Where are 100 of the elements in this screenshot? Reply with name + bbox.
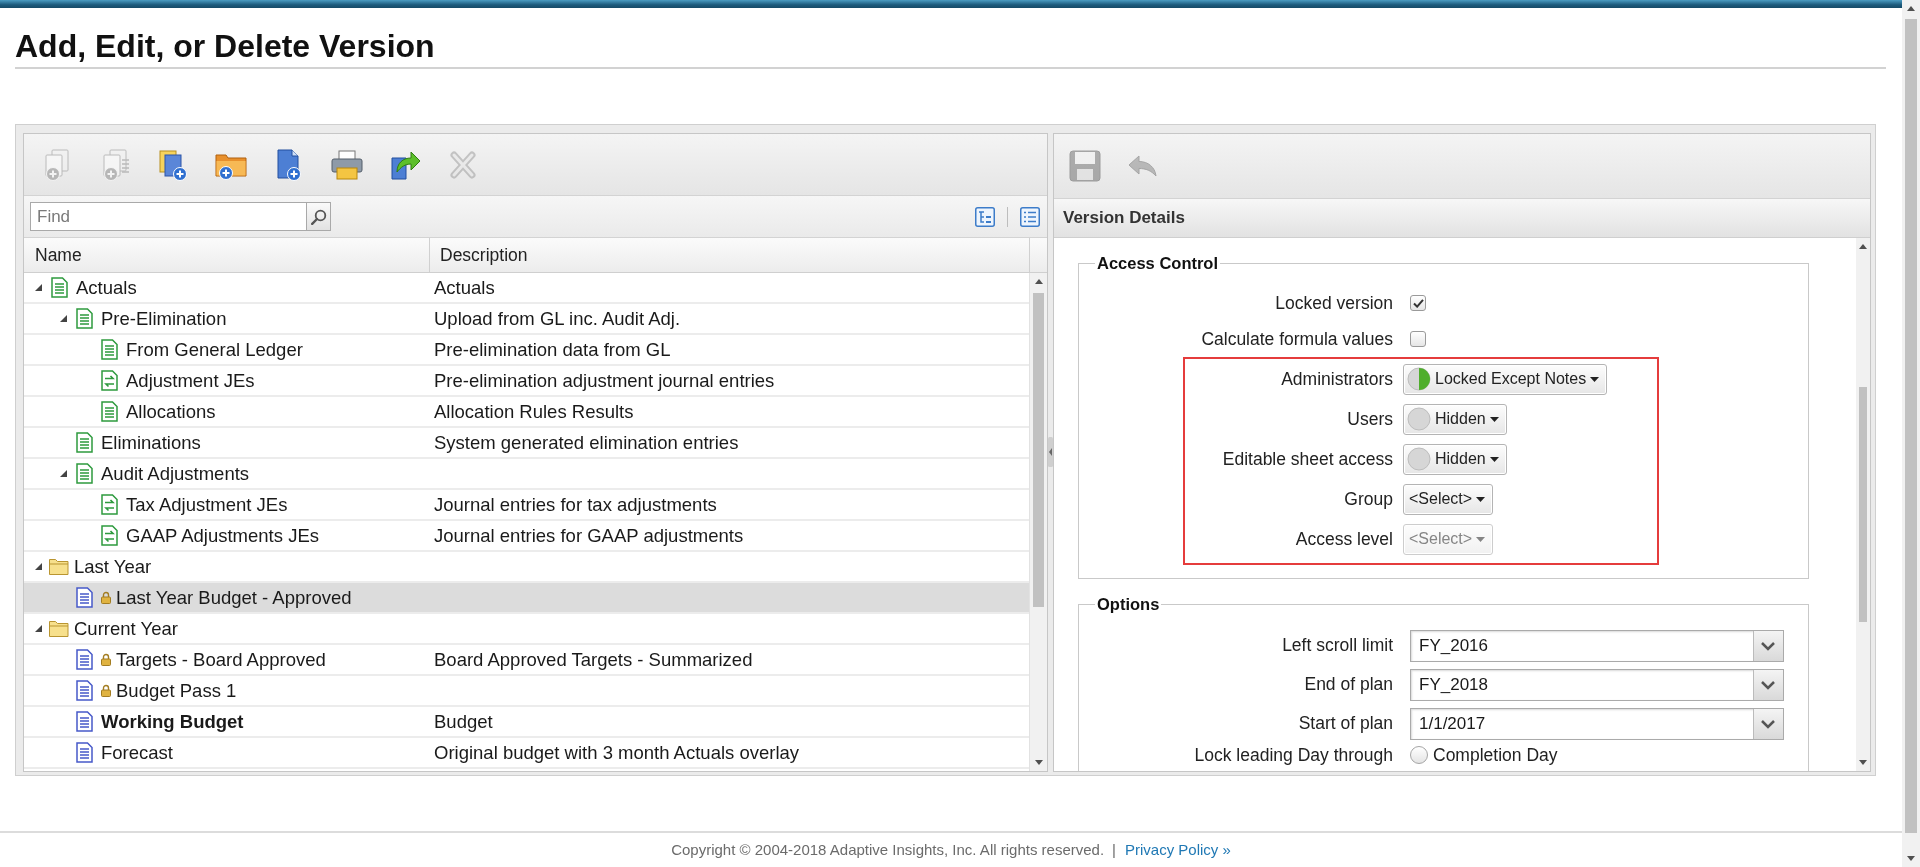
field-label: Left scroll limit bbox=[1282, 635, 1393, 656]
tree-toggle-icon[interactable] bbox=[35, 284, 42, 291]
tree-toggle-icon[interactable] bbox=[60, 470, 67, 477]
version-name: From General Ledger bbox=[126, 338, 303, 361]
version-name: Current Year bbox=[74, 617, 178, 640]
version-name: Adjustment JEs bbox=[126, 369, 255, 392]
version-name: Budget Pass 1 bbox=[116, 679, 237, 702]
list-view-icon[interactable] bbox=[1020, 206, 1040, 227]
sheet-icon bbox=[101, 401, 118, 422]
version-name: Tax Adjustment JEs bbox=[126, 493, 288, 516]
version-name: Last Year bbox=[74, 555, 152, 578]
sheet-icon bbox=[76, 308, 93, 329]
tree-row[interactable]: Targets - Board Approved Board Approved Targets - Summarized bbox=[24, 645, 1029, 676]
version-description: Actuals bbox=[433, 276, 495, 299]
document-icon bbox=[76, 680, 93, 701]
search-button[interactable] bbox=[306, 202, 331, 231]
scroll-up-icon[interactable] bbox=[1907, 6, 1915, 11]
tree-row[interactable]: GAAP Adjustments JEs Journal entries for GAAP adjustments bbox=[24, 521, 1029, 552]
caret-icon bbox=[1590, 376, 1600, 382]
check-icon bbox=[1412, 298, 1424, 308]
column-header[interactable]: Description bbox=[430, 238, 1030, 272]
version-description: Pre-elimination data from GL bbox=[433, 338, 671, 361]
tree-view-icon[interactable] bbox=[975, 206, 995, 227]
footer-separator: | bbox=[1112, 840, 1116, 858]
caret-icon bbox=[1476, 536, 1486, 542]
tree-toggle-icon[interactable] bbox=[35, 625, 42, 632]
radio-button[interactable] bbox=[1410, 746, 1428, 764]
field-label: Administrators bbox=[1281, 368, 1393, 390]
tree-row[interactable]: Allocations Allocation Rules Results bbox=[24, 397, 1029, 428]
caret-icon bbox=[1489, 456, 1499, 462]
version-description: Upload from GL inc. Audit Adj. bbox=[433, 307, 681, 330]
sheet-transfer-icon bbox=[101, 494, 118, 515]
checkbox[interactable] bbox=[1410, 295, 1426, 311]
tree-row[interactable]: Audit Adjustments bbox=[24, 459, 1029, 490]
folder-icon bbox=[49, 558, 69, 575]
version-description: Pre-elimination adjustment journal entries bbox=[433, 369, 775, 392]
tree-row[interactable]: Eliminations System generated elimination entries bbox=[24, 428, 1029, 459]
sheet-transfer-icon bbox=[101, 370, 118, 391]
tree-toggle-icon[interactable] bbox=[60, 315, 67, 322]
tree-row[interactable]: Working Budget Budget bbox=[24, 707, 1029, 738]
sheet-transfer-icon bbox=[101, 525, 118, 546]
version-name: Audit Adjustments bbox=[101, 462, 250, 485]
version-name: Working Budget bbox=[101, 710, 244, 733]
scroll-up-icon[interactable] bbox=[1859, 244, 1867, 249]
section-header: Version Details bbox=[1054, 199, 1870, 238]
add-document-icon[interactable] bbox=[156, 147, 190, 182]
document-icon bbox=[76, 711, 93, 732]
version-description: Budget bbox=[433, 710, 493, 733]
privacy-policy-link[interactable]: Privacy Policy » bbox=[1125, 840, 1231, 858]
dropdown-field[interactable]: 1/1/2017 bbox=[1410, 707, 1784, 740]
document-icon bbox=[76, 649, 93, 670]
caret-icon bbox=[1476, 496, 1486, 502]
field-label: Access level bbox=[1295, 528, 1393, 550]
dropdown-field[interactable]: FY_2016 bbox=[1410, 629, 1784, 662]
version-name: GAAP Adjustments JEs bbox=[126, 524, 319, 547]
tree-row[interactable]: Last Year Budget - Approved bbox=[24, 583, 1029, 614]
field-label: Calculate formula values bbox=[1201, 328, 1393, 350]
tree-row[interactable]: Adjustment JEs Pre-elimination adjustment journal entries bbox=[24, 366, 1029, 397]
checkbox[interactable] bbox=[1410, 331, 1426, 347]
sheet-icon bbox=[51, 277, 68, 298]
radio-label[interactable]: Completion Day bbox=[1433, 744, 1558, 766]
scrollbar-thumb[interactable] bbox=[1033, 293, 1044, 607]
scroll-down-icon[interactable] bbox=[1907, 856, 1915, 861]
version-name: Eliminations bbox=[101, 431, 201, 454]
tree-row[interactable]: Actuals Actuals bbox=[24, 273, 1029, 304]
sheet-icon bbox=[76, 432, 93, 453]
field-label: Users bbox=[1347, 408, 1393, 430]
caret-icon bbox=[1489, 416, 1499, 422]
field-label: Group bbox=[1344, 488, 1393, 510]
section-legend: Options bbox=[1095, 595, 1162, 614]
splitter-handle-icon[interactable] bbox=[1048, 437, 1053, 467]
tree-row[interactable]: From General Ledger Pre-elimination data from GL bbox=[24, 335, 1029, 366]
tree-toggle-icon[interactable] bbox=[35, 563, 42, 570]
field-label: Editable sheet access bbox=[1222, 448, 1393, 470]
section-legend: Access Control bbox=[1095, 254, 1221, 273]
tree-row[interactable]: Tax Adjustment JEs Journal entries for tax adjustments bbox=[24, 490, 1029, 521]
copyright-text: Copyright © 2004-2018 Adaptive Insights, Inc. All rights reserved. bbox=[671, 840, 1105, 858]
version-name: Last Year Budget - Approved bbox=[116, 586, 352, 609]
tree-row[interactable]: Current Year bbox=[24, 614, 1029, 645]
scrollbar-thumb[interactable] bbox=[1859, 387, 1867, 622]
field-label: End of plan bbox=[1304, 674, 1393, 695]
version-name: Forecast bbox=[101, 741, 173, 764]
version-description: Allocation Rules Results bbox=[433, 400, 634, 423]
version-name: Pre-Elimination bbox=[101, 307, 227, 330]
document-icon bbox=[76, 587, 93, 608]
scroll-down-icon[interactable] bbox=[1034, 760, 1043, 765]
version-description: Original budget with 3 month Actuals overlay bbox=[433, 741, 800, 764]
tree-row[interactable]: Pre-Elimination Upload from GL inc. Audit Adj. bbox=[24, 304, 1029, 335]
search-field[interactable]: Find bbox=[30, 202, 306, 231]
dropdown-field[interactable]: FY_2018 bbox=[1410, 668, 1784, 701]
version-name: Actuals bbox=[76, 276, 137, 299]
scroll-up-icon[interactable] bbox=[1034, 279, 1043, 284]
tree-row[interactable]: Budget Pass 1 bbox=[24, 676, 1029, 707]
tree-row[interactable]: Forecast Original budget with 3 month Actuals overlay bbox=[24, 738, 1029, 769]
scrollbar-thumb[interactable] bbox=[1905, 19, 1917, 833]
column-header[interactable]: Name bbox=[24, 238, 430, 272]
printer-icon[interactable] bbox=[330, 147, 364, 182]
version-description: System generated elimination entries bbox=[433, 431, 739, 454]
scroll-down-icon[interactable] bbox=[1859, 760, 1867, 765]
version-description: Board Approved Targets - Summarized bbox=[433, 648, 753, 671]
